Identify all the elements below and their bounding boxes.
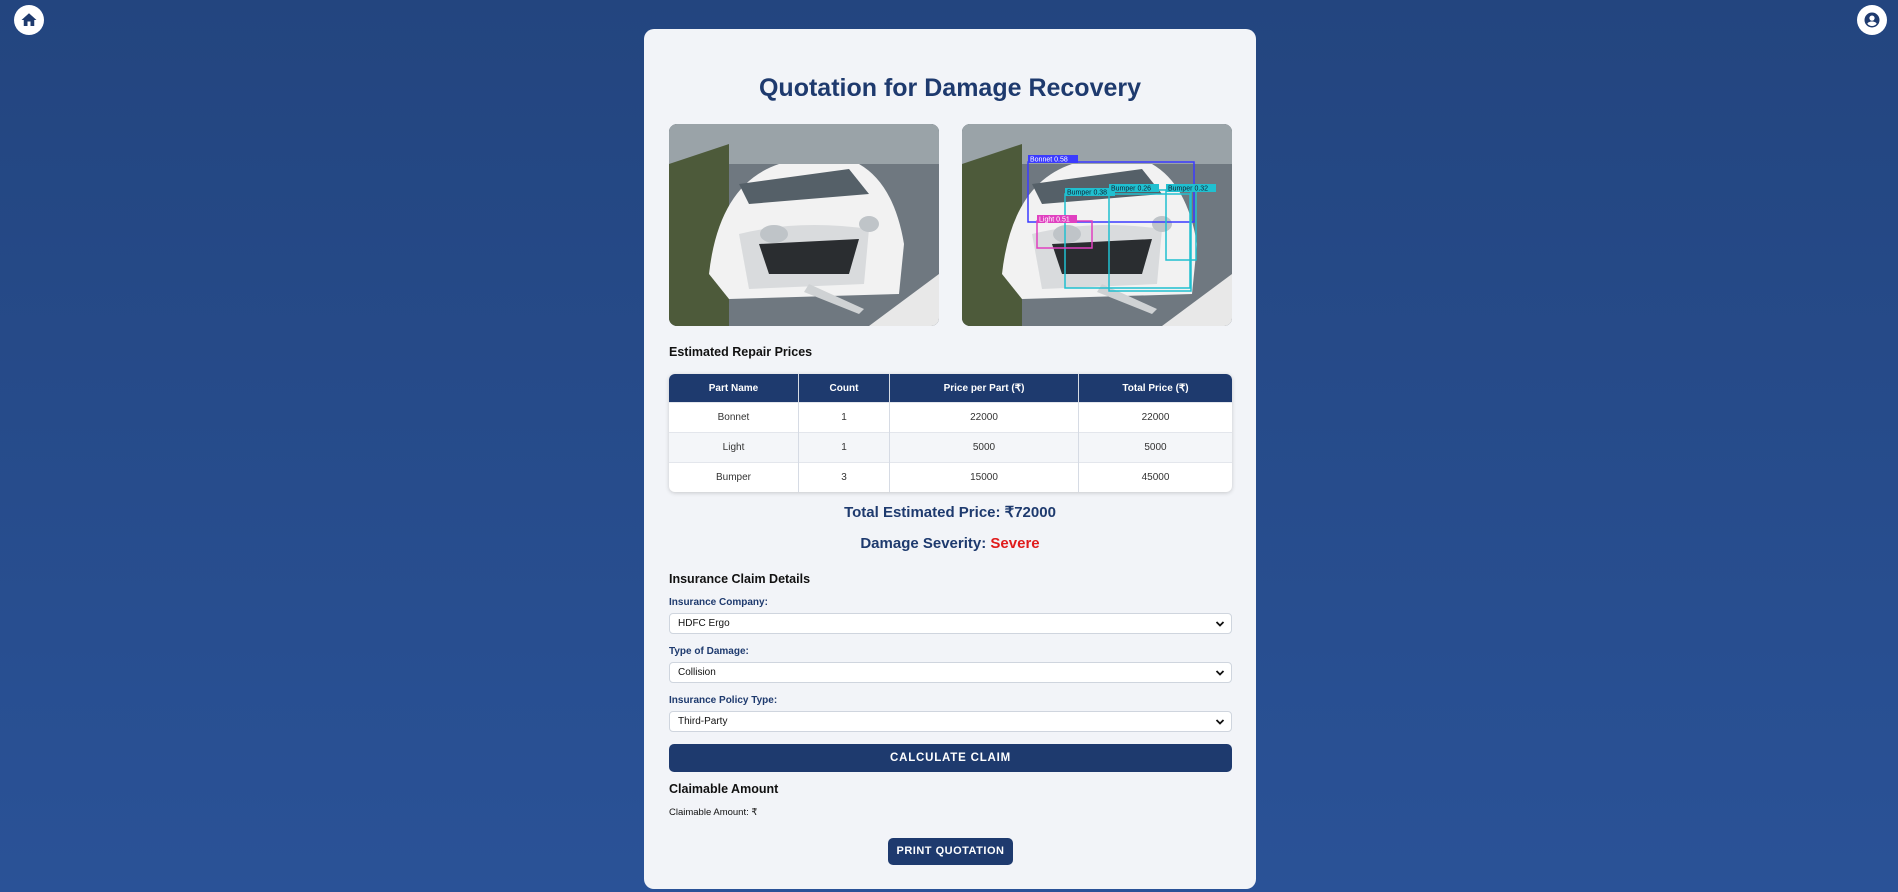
home-button[interactable] [14,5,44,35]
price-per-part-cell: 22000 [889,402,1079,433]
damage-type-value: Collision [678,667,716,678]
total-price-cell: 22000 [1078,402,1232,433]
original-car-image [669,124,939,326]
count-cell: 1 [798,432,890,463]
table-row: Light 1 5000 5000 [669,432,1232,463]
policy-type-value: Third-Party [678,716,728,727]
price-per-part-cell: 15000 [889,462,1079,492]
policy-type-label: Insurance Policy Type: [669,695,778,706]
table-row: Bumper 3 15000 45000 [669,462,1232,492]
user-circle-icon [1864,12,1880,28]
total-price-cell: 45000 [1078,462,1232,492]
part-name-cell: Bonnet [669,402,799,433]
print-quotation-button[interactable]: PRINT QUOTATION [888,838,1013,865]
total-price-cell: 5000 [1078,432,1232,463]
detection-label: Bumper 0.38 [1067,190,1107,197]
damage-severity: Damage Severity: Severe [644,535,1256,552]
damage-type-label: Type of Damage: [669,646,749,657]
severity-value: Severe [990,535,1040,552]
calculate-claim-button[interactable]: CALCULATE CLAIM [669,744,1232,772]
insurance-company-select[interactable]: HDFC Ergo [669,613,1232,634]
column-header: Total Price (₹) [1078,374,1232,403]
severity-label: Damage Severity: [860,535,987,552]
detection-label: Bonnet 0.58 [1030,157,1068,164]
home-icon [21,13,37,26]
chevron-down-icon [1215,670,1225,676]
part-name-cell: Bumper [669,462,799,492]
insurance-section-title: Insurance Claim Details [669,572,811,586]
detection-label: Bumper 0.32 [1168,186,1208,193]
insurance-company-value: HDFC Ergo [678,618,730,629]
column-header: Count [798,374,890,403]
insurance-company-label: Insurance Company: [669,597,768,608]
price-per-part-cell: 5000 [889,432,1079,463]
detection-label: Bumper 0.26 [1111,186,1151,193]
damage-type-select[interactable]: Collision [669,662,1232,683]
column-header: Price per Part (₹) [889,374,1079,403]
table-row: Bonnet 1 22000 22000 [669,402,1232,433]
count-cell: 3 [798,462,890,492]
detected-damage-image: Bonnet 0.58 Bumper 0.38 Bumper 0.26 Bump… [962,124,1232,326]
repair-price-table: Part Name Count Price per Part (₹) Total… [669,374,1232,492]
policy-type-select[interactable]: Third-Party [669,711,1232,732]
chevron-down-icon [1215,621,1225,627]
repair-section-title: Estimated Repair Prices [669,345,813,359]
count-cell: 1 [798,402,890,433]
quotation-card: Quotation for Damage Recovery Bonnet 0.5… [644,29,1256,889]
claimable-amount-title: Claimable Amount [669,782,779,796]
page-title: Quotation for Damage Recovery [758,74,1142,102]
chevron-down-icon [1215,719,1225,725]
claimable-amount-text: Claimable Amount: ₹ [669,807,758,818]
profile-button[interactable] [1857,5,1887,35]
part-name-cell: Light [669,432,799,463]
column-header: Part Name [669,374,799,403]
total-estimated-price: Total Estimated Price: ₹72000 [844,504,1056,521]
detection-label: Light 0.51 [1039,217,1070,224]
